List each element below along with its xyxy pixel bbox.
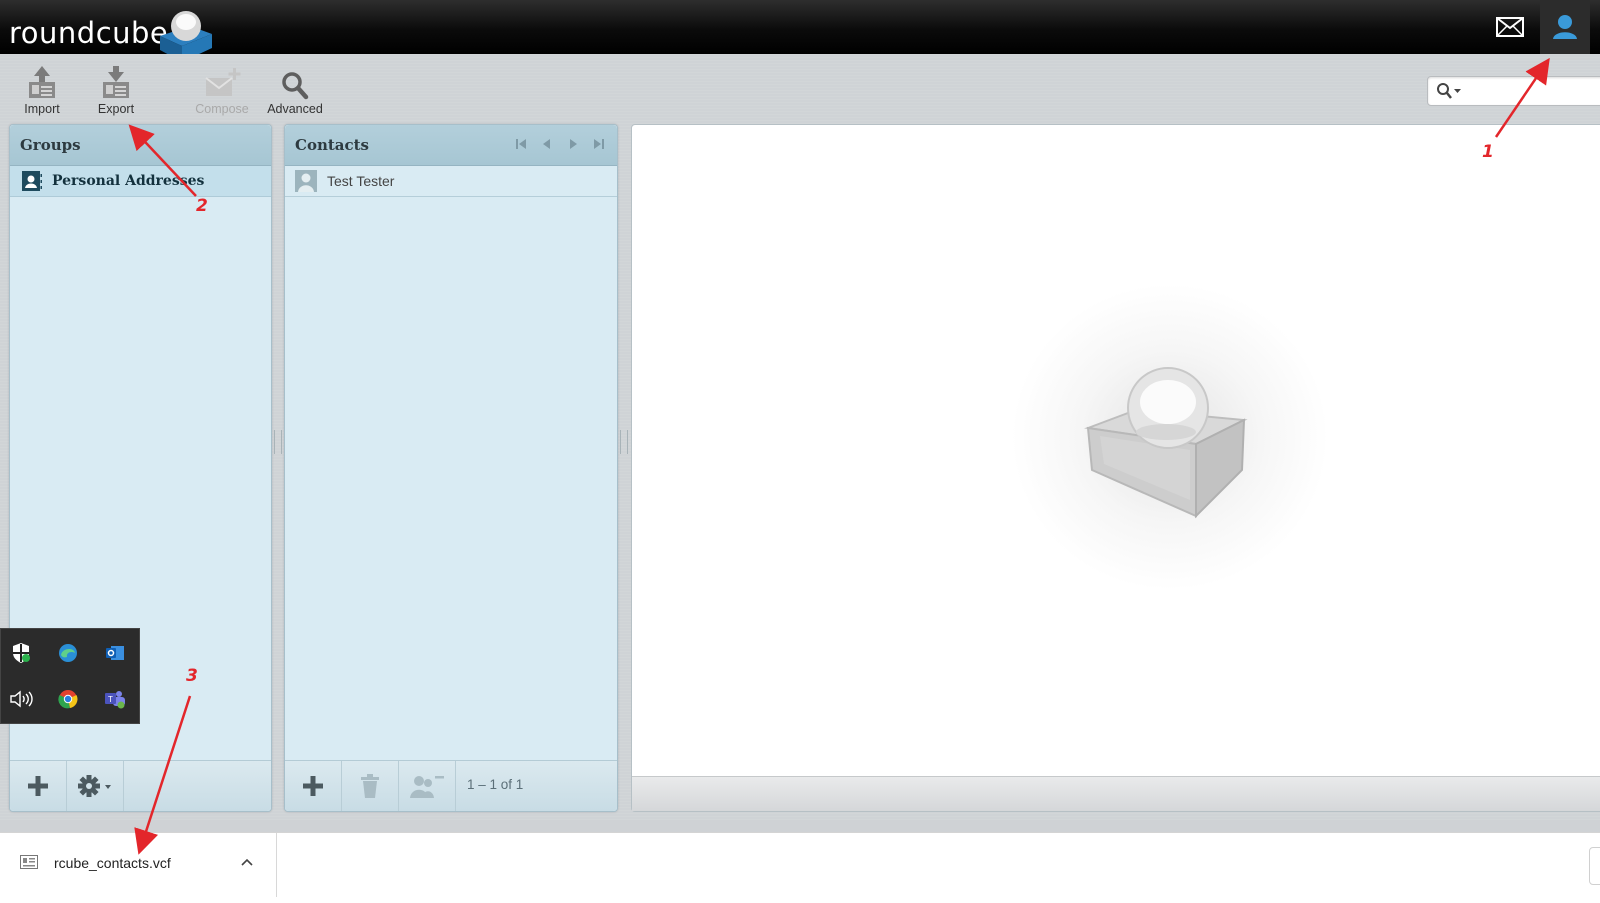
contacts-splitter-handle[interactable] bbox=[620, 430, 628, 454]
next-page-icon[interactable] bbox=[567, 138, 579, 150]
person-icon bbox=[1553, 15, 1577, 39]
groups-splitter-handle[interactable] bbox=[274, 430, 282, 454]
previous-page-icon[interactable] bbox=[541, 138, 553, 150]
advanced-label: Advanced bbox=[267, 102, 323, 116]
export-icon bbox=[103, 66, 129, 98]
group-item-personal-addresses[interactable]: Personal Addresses bbox=[10, 166, 271, 197]
compose-button[interactable]: Compose bbox=[190, 62, 254, 116]
roundcube-watermark-icon bbox=[1084, 367, 1248, 519]
groups-footer bbox=[10, 760, 271, 811]
download-filename: rcube_contacts.vcf bbox=[54, 855, 171, 871]
remove-from-group-button[interactable] bbox=[399, 761, 456, 811]
contacts-footer: 1 – 1 of 1 bbox=[285, 760, 617, 811]
content-footer bbox=[632, 776, 1600, 811]
speaker-icon[interactable] bbox=[9, 687, 33, 711]
address-book-icon bbox=[22, 171, 42, 191]
logo-text: roundcube bbox=[9, 16, 169, 50]
download-bar: rcube_contacts.vcf bbox=[0, 832, 1600, 903]
add-contact-button[interactable] bbox=[285, 761, 342, 811]
top-bar: roundcube bbox=[0, 0, 1600, 62]
annotation-number-2: 2 bbox=[196, 196, 208, 216]
advanced-search-button[interactable]: Advanced bbox=[263, 62, 327, 116]
compose-label: Compose bbox=[195, 102, 249, 116]
contact-list-item[interactable]: Test Tester bbox=[285, 166, 617, 197]
contacts-pagination-arrows bbox=[515, 138, 605, 150]
magnifier-icon bbox=[282, 72, 309, 100]
chrome-icon[interactable] bbox=[56, 687, 80, 711]
outlook-icon[interactable] bbox=[103, 641, 127, 665]
export-label: Export bbox=[97, 102, 135, 116]
gear-icon bbox=[78, 775, 111, 797]
delete-contact-button[interactable] bbox=[342, 761, 399, 811]
annotation-number-1: 1 bbox=[1482, 142, 1494, 162]
mail-nav-button[interactable] bbox=[1486, 0, 1534, 54]
annotation-number-3: 3 bbox=[186, 666, 198, 686]
import-label: Import bbox=[24, 102, 60, 116]
search-options-icon[interactable] bbox=[1436, 82, 1464, 100]
show-all-downloads-button[interactable] bbox=[1589, 847, 1600, 885]
vcard-file-icon bbox=[20, 855, 38, 869]
envelope-icon bbox=[1496, 17, 1524, 37]
contact-avatar-icon bbox=[295, 170, 317, 192]
add-group-button[interactable] bbox=[10, 761, 67, 811]
chevron-up-icon[interactable] bbox=[240, 857, 254, 867]
edge-icon[interactable] bbox=[56, 641, 80, 665]
remove-user-icon bbox=[410, 776, 444, 798]
quick-search-box[interactable] bbox=[1427, 76, 1600, 106]
plus-icon bbox=[303, 776, 323, 796]
plus-icon bbox=[28, 776, 48, 796]
first-page-icon[interactable] bbox=[515, 138, 527, 150]
trash-icon bbox=[361, 774, 379, 798]
export-button[interactable]: Export bbox=[84, 62, 148, 116]
pagination-count: 1 – 1 of 1 bbox=[467, 777, 524, 792]
groups-title: Groups bbox=[10, 125, 271, 166]
teams-icon[interactable]: T bbox=[103, 687, 127, 711]
contacts-panel: Contacts Test Tester 1 – 1 of 1 bbox=[284, 124, 618, 812]
compose-icon bbox=[205, 68, 241, 96]
svg-text:T: T bbox=[108, 695, 113, 704]
last-page-icon[interactable] bbox=[593, 138, 605, 150]
import-icon bbox=[29, 66, 55, 98]
defender-icon[interactable] bbox=[9, 641, 33, 665]
search-input[interactable] bbox=[1468, 81, 1597, 101]
contacts-nav-button[interactable] bbox=[1540, 0, 1590, 54]
group-options-button[interactable] bbox=[67, 761, 124, 811]
system-tray-popup: T bbox=[0, 628, 140, 724]
download-item[interactable]: rcube_contacts.vcf bbox=[0, 833, 277, 897]
import-button[interactable]: Import bbox=[10, 62, 74, 116]
group-item-label: Personal Addresses bbox=[52, 173, 205, 189]
contact-name: Test Tester bbox=[327, 173, 395, 189]
